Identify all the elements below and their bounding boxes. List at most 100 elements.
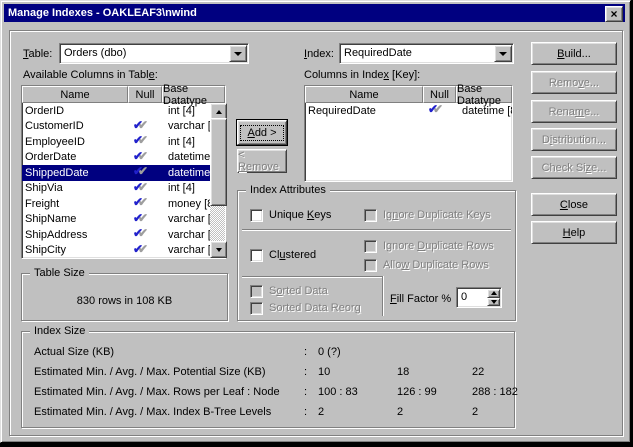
checkbox-icon[interactable]	[364, 209, 377, 222]
stat-value: 100 : 83	[318, 386, 358, 398]
table-size-title: Table Size	[30, 267, 89, 280]
fill-factor-label: Fill Factor %	[390, 293, 451, 305]
build-button[interactable]: Build...	[531, 42, 617, 65]
cell-name: CustomerID	[22, 120, 128, 132]
null-check-icon: ✔✔	[128, 165, 162, 181]
sorted-data-checkbox[interactable]: Sorted Data	[250, 284, 328, 298]
checkbox-icon[interactable]	[364, 259, 377, 272]
null-check-icon: ✔✔	[128, 103, 162, 119]
table-row[interactable]: ShipCity ✔✔ varchar [15]	[22, 243, 210, 259]
stat-value: 2	[397, 406, 403, 418]
stat-row-actual-size: Actual Size (KB) : 0 (?)	[34, 346, 508, 359]
title-bar[interactable]: Manage Indexes - OAKLEAF3\nwind ×	[4, 4, 625, 22]
checkbox-icon[interactable]	[250, 249, 263, 262]
table-row[interactable]: EmployeeID ✔✔ int [4]	[22, 134, 210, 150]
index-columns-label: Columns in Index [Key]:	[304, 69, 420, 81]
spin-down-button[interactable]	[487, 298, 500, 307]
cell-name: ShipName	[22, 213, 128, 225]
add-button-label: Add >	[240, 125, 283, 141]
clustered-label: Clustered	[269, 249, 316, 261]
stat-label: Estimated Min. / Avg. / Max. Rows per Le…	[34, 386, 280, 398]
cell-datatype: varchar [5]	[162, 120, 210, 132]
list-body: RequiredDate ✔✔ datetime [8]	[305, 103, 512, 181]
null-check-icon: ✔✔	[423, 103, 456, 119]
cell-name: ShipVia	[22, 182, 128, 194]
table-row[interactable]: RequiredDate ✔✔ datetime [8]	[305, 103, 512, 119]
index-select[interactable]: RequiredDate	[339, 43, 514, 64]
column-header-datatype[interactable]: Base Datatype	[162, 86, 225, 103]
available-columns-label: Available Columns in Table:	[23, 69, 158, 81]
null-check-icon: ✔✔	[128, 227, 162, 243]
column-header-datatype[interactable]: Base Datatype	[456, 86, 512, 103]
index-attributes-title: Index Attributes	[246, 184, 330, 197]
null-check-icon: ✔✔	[128, 243, 162, 259]
fill-factor-input[interactable]: 0	[456, 287, 502, 308]
index-size-group: Index Size Actual Size (KB) : 0 (?) Esti…	[21, 331, 515, 428]
table-row[interactable]: ShipAddress ✔✔ varchar [60]	[22, 227, 210, 243]
stat-value: 22	[472, 366, 484, 378]
null-check-icon: ✔✔	[128, 119, 162, 135]
allow-duplicate-rows-label: Allow Duplicate Rows	[383, 259, 489, 271]
checkbox-icon[interactable]	[364, 240, 377, 253]
column-header-null[interactable]: Null	[128, 86, 162, 103]
index-columns-list[interactable]: Name Null Base Datatype RequiredDate ✔✔ …	[304, 85, 513, 182]
table-row[interactable]: OrderID ✔✔ int [4]	[22, 103, 210, 119]
column-header-name[interactable]: Name	[305, 86, 423, 103]
check-size-button[interactable]: Check Size...	[531, 156, 617, 179]
cell-name: OrderID	[22, 105, 128, 117]
sorted-data-reorg-checkbox[interactable]: Sorted Data Reorg	[250, 301, 361, 315]
stat-label: Actual Size (KB)	[34, 346, 114, 358]
scrollbar[interactable]	[210, 103, 225, 258]
table-row[interactable]: ShipName ✔✔ varchar [40]	[22, 212, 210, 228]
allow-duplicate-rows-checkbox[interactable]: Allow Duplicate Rows	[364, 258, 489, 272]
table-select-dropdown-button[interactable]	[229, 45, 247, 62]
close-dialog-button[interactable]: Close	[531, 193, 617, 216]
table-row[interactable]: Freight ✔✔ money [8]	[22, 196, 210, 212]
ignore-duplicate-keys-checkbox[interactable]: Ignore Duplicate Keys	[364, 208, 491, 222]
cell-datatype: money [8]	[162, 198, 210, 210]
cell-name: ShipCity	[22, 244, 128, 256]
index-label: Index:	[304, 48, 334, 60]
distribution-button-label: Distribution...	[542, 134, 606, 146]
cell-name: ShippedDate	[22, 167, 128, 179]
stat-label: Estimated Min. / Avg. / Max. Index B-Tre…	[34, 406, 271, 418]
table-row[interactable]: CustomerID ✔✔ varchar [5]	[22, 119, 210, 135]
ignore-duplicate-rows-checkbox[interactable]: Ignore Duplicate Rows	[364, 239, 494, 253]
table-select[interactable]: Orders (dbo)	[59, 43, 249, 64]
checkbox-icon[interactable]	[250, 209, 263, 222]
remove-index-button[interactable]: Remove...	[531, 71, 617, 94]
divider	[242, 276, 382, 278]
help-button[interactable]: Help	[531, 221, 617, 244]
cell-datatype: varchar [15]	[162, 244, 210, 256]
cell-name: RequiredDate	[305, 105, 423, 117]
cell-name: OrderDate	[22, 151, 128, 163]
index-select-dropdown-button[interactable]	[494, 45, 512, 62]
checkbox-icon[interactable]	[250, 302, 263, 315]
available-columns-list[interactable]: Name Null Base Datatype OrderID ✔✔ int […	[21, 85, 226, 259]
divider	[242, 229, 511, 231]
table-row[interactable]: ShipVia ✔✔ int [4]	[22, 181, 210, 197]
stat-value: 126 : 99	[397, 386, 437, 398]
null-check-icon: ✔✔	[128, 150, 162, 166]
arrow-down-icon	[216, 248, 222, 252]
remove-column-button-label: < Remove	[238, 149, 286, 173]
column-header-name[interactable]: Name	[22, 86, 128, 103]
column-header-null[interactable]: Null	[423, 86, 456, 103]
spin-up-button[interactable]	[487, 289, 500, 298]
close-button[interactable]: ×	[605, 6, 623, 22]
table-row[interactable]: OrderDate ✔✔ datetime [8]	[22, 150, 210, 166]
scroll-down-button[interactable]	[210, 241, 227, 258]
table-row-selected[interactable]: ShippedDate ✔✔ datetime [8]	[22, 165, 210, 181]
index-select-value: RequiredDate	[344, 47, 412, 59]
scroll-thumb[interactable]	[210, 118, 227, 206]
clustered-checkbox[interactable]: Clustered	[250, 248, 316, 262]
distribution-button[interactable]: Distribution...	[531, 128, 617, 151]
unique-keys-checkbox[interactable]: Unique Keys	[250, 208, 331, 222]
remove-column-button[interactable]: < Remove	[237, 149, 287, 173]
add-button[interactable]: Add >	[237, 120, 287, 145]
divider	[382, 276, 384, 316]
null-check-icon: ✔✔	[128, 212, 162, 228]
stat-value: 288 : 182	[472, 386, 518, 398]
rename-button[interactable]: Rename...	[531, 100, 617, 123]
checkbox-icon[interactable]	[250, 285, 263, 298]
